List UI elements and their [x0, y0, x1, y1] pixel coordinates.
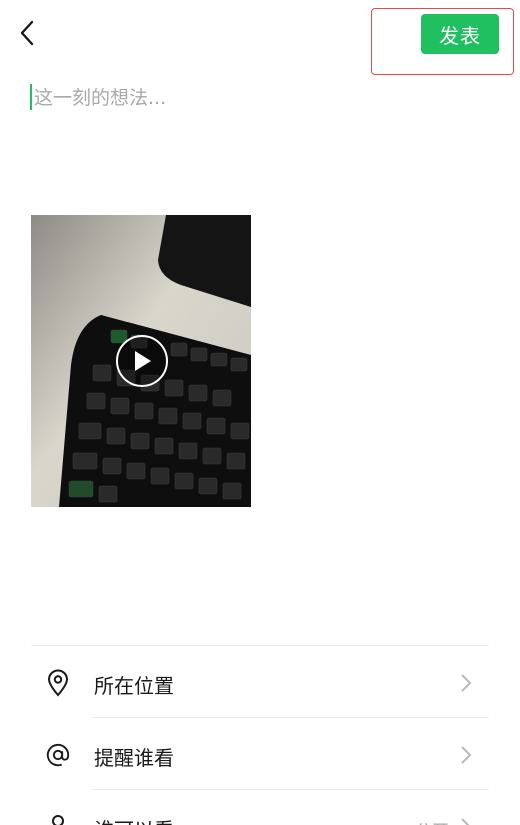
play-button[interactable]	[116, 335, 168, 387]
location-row[interactable]: 所在位置	[31, 646, 489, 718]
publish-button[interactable]: 发表	[421, 14, 499, 54]
chevron-left-icon	[20, 20, 34, 46]
text-caret	[30, 84, 32, 110]
visibility-label: 谁可以看	[94, 814, 174, 825]
thought-input[interactable]	[34, 84, 474, 112]
play-icon	[135, 351, 151, 371]
location-label: 所在位置	[94, 674, 174, 698]
chevron-right-icon	[461, 674, 472, 692]
back-button[interactable]	[10, 16, 44, 50]
remind-label: 提醒谁看	[94, 746, 174, 770]
chevron-right-icon	[461, 818, 470, 825]
location-pin-icon	[45, 669, 71, 697]
visibility-row[interactable]: 谁可以看 公开	[31, 790, 489, 825]
visibility-value: 公开	[415, 817, 449, 825]
chevron-right-icon	[461, 746, 472, 764]
video-thumbnail[interactable]	[31, 215, 251, 507]
at-sign-icon	[45, 741, 71, 769]
person-icon	[45, 813, 71, 825]
remind-row[interactable]: 提醒谁看	[31, 718, 489, 790]
